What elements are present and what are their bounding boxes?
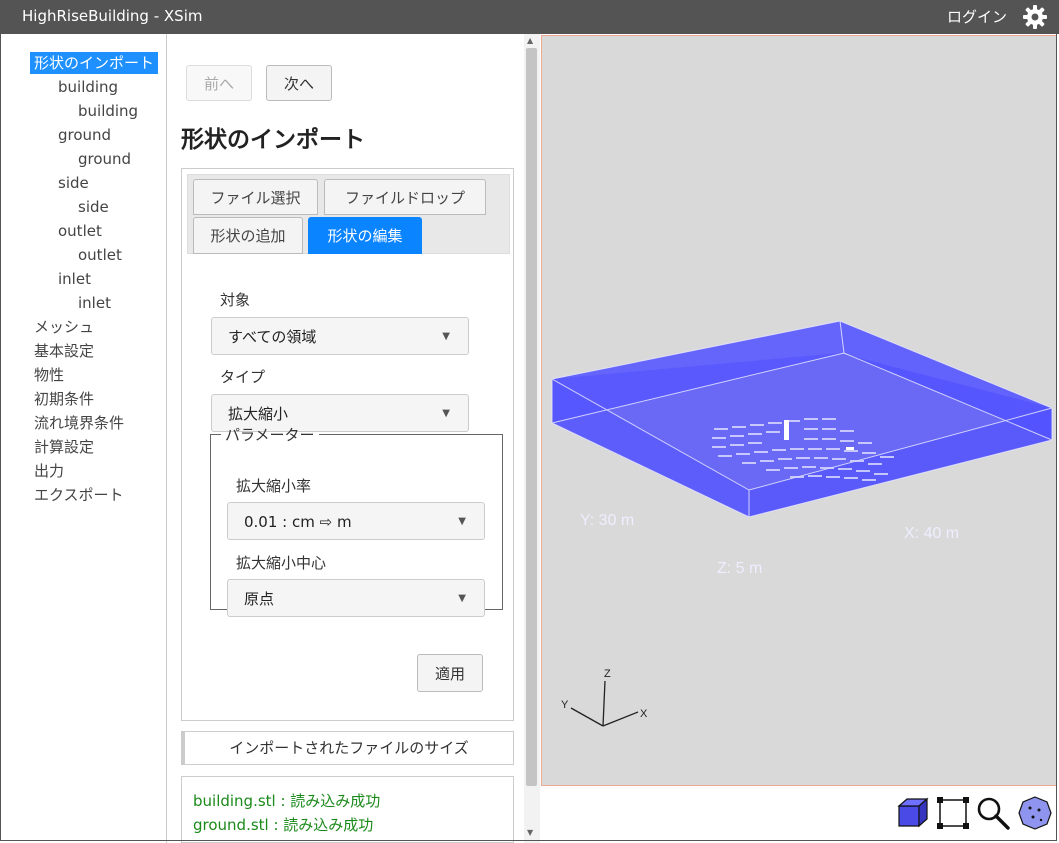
window-frame <box>0 34 1057 841</box>
title-bar: HighRiseBuilding - XSim ログイン <box>0 0 1059 34</box>
login-link[interactable]: ログイン <box>947 6 1007 27</box>
app-title: HighRiseBuilding - XSim <box>22 7 203 25</box>
gear-icon[interactable] <box>1021 3 1049 35</box>
